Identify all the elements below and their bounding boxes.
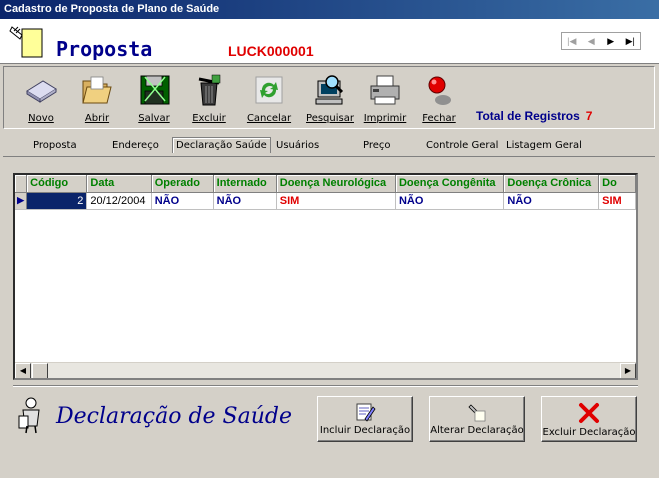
header-panel: Proposta LUCK000001 |◀ ◀ ▶ ▶| bbox=[0, 19, 659, 64]
data-table: Código Data Operado Internado Doença Neu… bbox=[15, 175, 636, 210]
tab-controle-geral[interactable]: Controle Geral bbox=[426, 140, 498, 151]
column-header-doenca-cronica[interactable]: Doença Crônica bbox=[503, 175, 600, 193]
current-row-indicator: ▶ bbox=[15, 192, 28, 210]
save-icon bbox=[140, 75, 170, 105]
cancelar-button[interactable]: Cancelar bbox=[244, 71, 294, 127]
column-header-internado[interactable]: Internado bbox=[213, 175, 277, 193]
trash-icon bbox=[198, 74, 221, 106]
cell-truncated[interactable]: SIM bbox=[598, 192, 636, 210]
excluir-declaracao-button[interactable]: Excluir Declaração bbox=[541, 396, 637, 442]
record-navigator: |◀ ◀ ▶ ▶| bbox=[561, 32, 641, 50]
cancelar-label: Cancelar bbox=[246, 113, 292, 124]
fechar-label: Fechar bbox=[422, 113, 456, 124]
excluir-declaracao-label: Excluir Declaração bbox=[542, 427, 636, 438]
column-header-doenca-neurologica[interactable]: Doença Neurológica bbox=[276, 175, 396, 193]
tab-declaracao-saude[interactable]: Declaração Saúde bbox=[172, 137, 271, 153]
nav-next-button[interactable]: ▶ bbox=[601, 33, 621, 49]
total-records-value: 7 bbox=[585, 109, 593, 123]
alterar-declaracao-button[interactable]: Alterar Declaração bbox=[429, 396, 525, 442]
printer-icon bbox=[370, 75, 400, 105]
new-icon bbox=[26, 80, 57, 103]
cell-doenca-neurologica[interactable]: SIM bbox=[276, 192, 396, 210]
document-hand-icon bbox=[9, 26, 43, 58]
fechar-button[interactable]: Fechar bbox=[414, 71, 464, 127]
alterar-declaracao-label: Alterar Declaração bbox=[430, 425, 524, 436]
column-header-doenca-congenita[interactable]: Doença Congênita bbox=[395, 175, 505, 193]
toolbar: Novo Abrir Salvar Excluir Cancelar Pesqu… bbox=[3, 66, 655, 129]
total-records: Total de Registros 7 bbox=[476, 109, 592, 123]
scroll-left-button[interactable]: ◀ bbox=[15, 363, 31, 378]
person-form-icon bbox=[18, 397, 40, 434]
novo-button[interactable]: Novo bbox=[16, 71, 66, 127]
horizontal-scrollbar[interactable]: ◀ ▶ bbox=[15, 362, 636, 378]
tab-strip: Proposta Endereço Declaração Saúde Usuár… bbox=[3, 132, 655, 157]
pesquisar-label: Pesquisar bbox=[306, 113, 354, 124]
cell-data[interactable]: 20/12/2004 bbox=[86, 192, 152, 210]
tab-listagem-geral[interactable]: Listagem Geral bbox=[506, 140, 582, 151]
table-row[interactable]: ▶ 2 20/12/2004 NÃO NÃO SIM NÃO NÃO SIM bbox=[15, 192, 636, 210]
salvar-label: Salvar bbox=[138, 113, 170, 124]
tab-proposta[interactable]: Proposta bbox=[33, 140, 77, 151]
cell-operado[interactable]: NÃO bbox=[151, 192, 214, 210]
abrir-button[interactable]: Abrir bbox=[72, 71, 122, 127]
separator bbox=[13, 385, 638, 387]
red-light-icon bbox=[428, 76, 451, 105]
incluir-declaracao-button[interactable]: Incluir Declaração bbox=[317, 396, 413, 442]
novo-label: Novo bbox=[28, 113, 54, 124]
cell-doenca-cronica[interactable]: NÃO bbox=[503, 192, 600, 210]
red-x-icon bbox=[579, 403, 599, 423]
folder-icon bbox=[82, 76, 112, 104]
row-indicator-header bbox=[15, 175, 28, 193]
tab-usuarios[interactable]: Usuários bbox=[276, 140, 319, 151]
imprimir-button[interactable]: Imprimir bbox=[360, 71, 410, 127]
tab-preco[interactable]: Preço bbox=[363, 140, 391, 151]
section-title: Declaração de Saúde bbox=[56, 404, 292, 429]
scroll-right-button[interactable]: ▶ bbox=[620, 363, 636, 378]
excluir-button[interactable]: Excluir bbox=[184, 71, 234, 127]
column-header-codigo[interactable]: Código bbox=[26, 175, 88, 193]
incluir-declaracao-label: Incluir Declaração bbox=[319, 425, 411, 436]
edit-icon bbox=[356, 403, 376, 422]
column-header-truncated[interactable]: Do bbox=[598, 175, 636, 193]
table-header-row: Código Data Operado Internado Doença Neu… bbox=[15, 175, 636, 193]
nav-first-button[interactable]: |◀ bbox=[562, 33, 582, 49]
proposal-code: LUCK000001 bbox=[228, 43, 314, 59]
imprimir-label: Imprimir bbox=[363, 113, 407, 124]
window-title: Cadastro de Proposta de Plano de Saúde bbox=[0, 0, 659, 19]
column-header-operado[interactable]: Operado bbox=[151, 175, 214, 193]
search-computer-icon bbox=[315, 75, 344, 105]
column-header-data[interactable]: Data bbox=[86, 175, 152, 193]
total-records-label: Total de Registros bbox=[476, 109, 580, 123]
declaration-grid[interactable]: Código Data Operado Internado Doença Neu… bbox=[13, 173, 638, 380]
page-title: Proposta bbox=[56, 37, 153, 61]
tab-divider bbox=[3, 156, 655, 157]
scroll-thumb[interactable] bbox=[32, 363, 48, 378]
tab-endereco[interactable]: Endereço bbox=[112, 140, 159, 151]
cell-internado[interactable]: NÃO bbox=[213, 192, 277, 210]
cell-doenca-congenita[interactable]: NÃO bbox=[395, 192, 505, 210]
nav-prev-button[interactable]: ◀ bbox=[582, 33, 602, 49]
nav-last-button[interactable]: ▶| bbox=[621, 33, 641, 49]
cell-codigo[interactable]: 2 bbox=[26, 192, 88, 210]
recycle-icon bbox=[255, 76, 283, 104]
edit-icon bbox=[468, 404, 486, 422]
pesquisar-button[interactable]: Pesquisar bbox=[302, 71, 358, 127]
salvar-button[interactable]: Salvar bbox=[129, 71, 179, 127]
abrir-label: Abrir bbox=[84, 113, 110, 124]
excluir-label: Excluir bbox=[192, 113, 226, 124]
